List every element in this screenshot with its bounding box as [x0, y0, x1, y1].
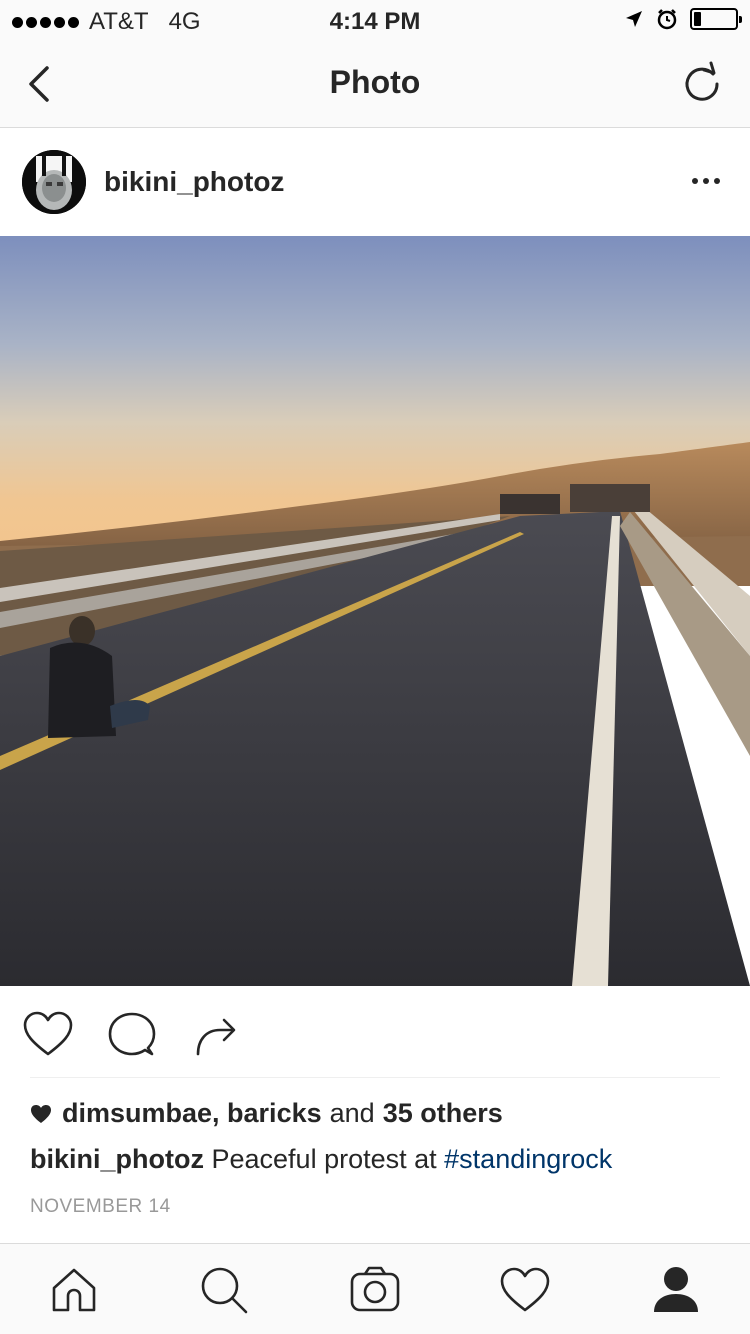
post-photo[interactable]: [0, 236, 750, 986]
status-bar: AT&T 4G 4:14 PM: [0, 0, 750, 40]
avatar-image: [22, 150, 86, 214]
likes-users[interactable]: dimsumbae, baricks: [62, 1098, 322, 1129]
divider: [30, 1077, 720, 1078]
post-header: bikini_photoz: [0, 128, 750, 236]
tab-bar: [0, 1243, 750, 1334]
post-username[interactable]: bikini_photoz: [104, 166, 284, 198]
likes-line[interactable]: dimsumbae, baricks and 35 others: [30, 1098, 503, 1129]
ellipsis-icon[interactable]: [692, 178, 720, 184]
home-icon[interactable]: [48, 1264, 100, 1316]
post-actions: [0, 986, 750, 1078]
activity-heart-icon[interactable]: [499, 1264, 551, 1316]
avatar[interactable]: [22, 150, 86, 214]
alarm-icon: [657, 9, 677, 30]
caption-hashtag[interactable]: #standingrock: [444, 1144, 612, 1174]
heart-icon[interactable]: [22, 1010, 74, 1062]
caption: bikini_photoz Peaceful protest at #stand…: [30, 1144, 612, 1175]
profile-icon[interactable]: [650, 1264, 702, 1316]
search-icon[interactable]: [198, 1264, 250, 1316]
caption-text: Peaceful protest at: [211, 1144, 437, 1174]
share-icon[interactable]: [192, 1010, 244, 1062]
nav-bar: Photo: [0, 40, 750, 128]
location-arrow-icon: [626, 11, 642, 27]
likes-connector: and: [329, 1098, 375, 1128]
small-heart-icon: [31, 1104, 51, 1123]
battery-icon: [690, 8, 742, 30]
refresh-icon[interactable]: [680, 60, 724, 104]
comment-icon[interactable]: [106, 1010, 158, 1062]
road-landscape-image: [0, 236, 750, 986]
caption-username[interactable]: bikini_photoz: [30, 1144, 204, 1174]
likes-others[interactable]: 35 others: [383, 1098, 503, 1129]
post-date: NOVEMBER 14: [30, 1196, 171, 1217]
camera-icon[interactable]: [349, 1264, 401, 1316]
page-title: Photo: [329, 64, 421, 100]
